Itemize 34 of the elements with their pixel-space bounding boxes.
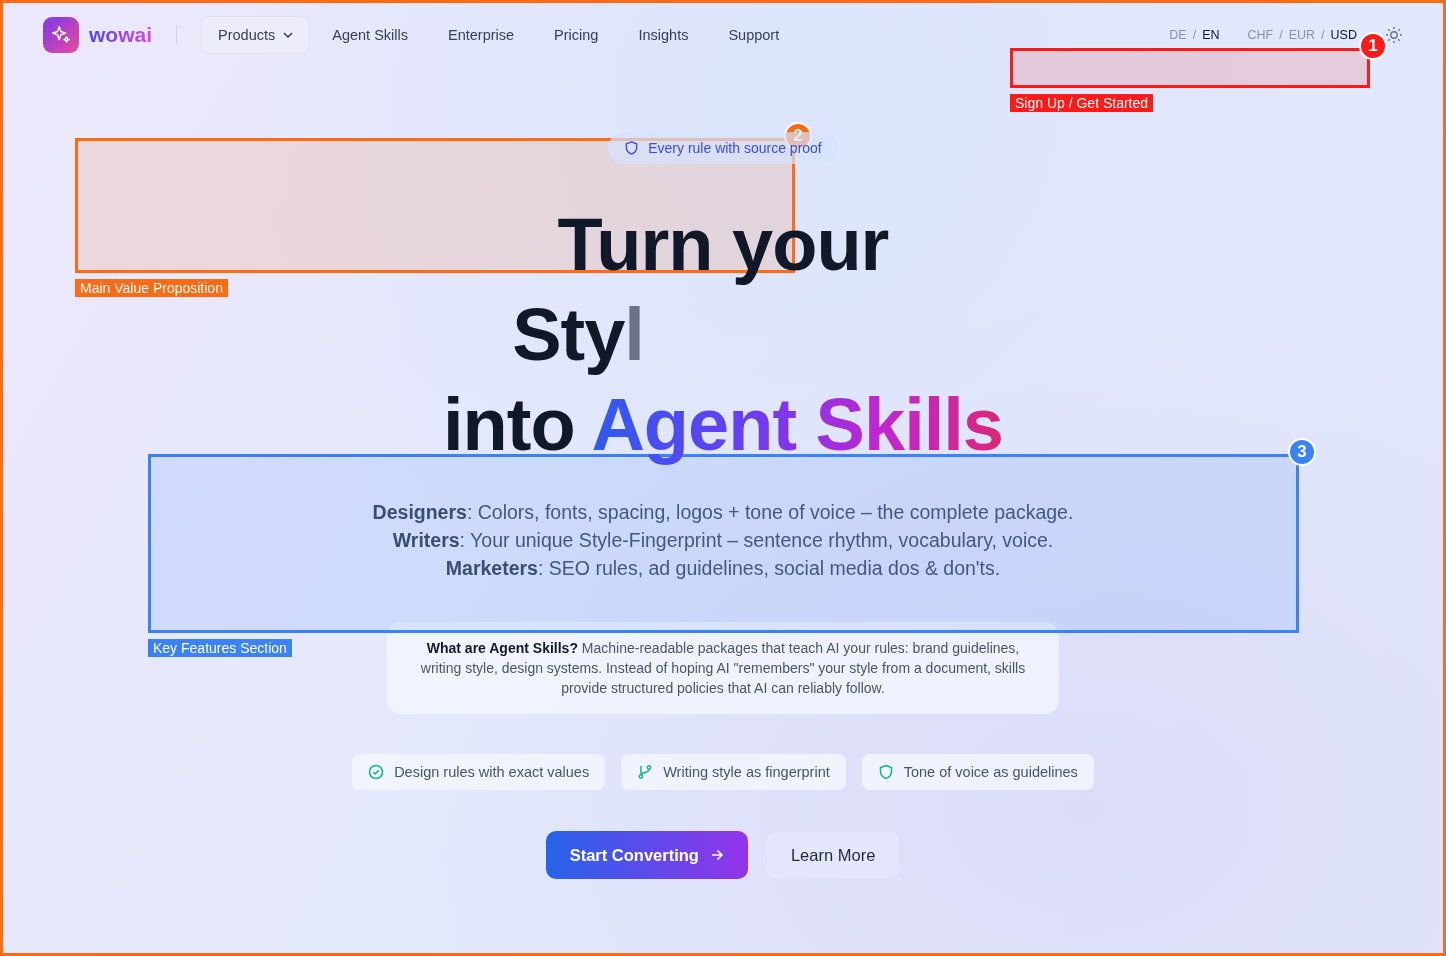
annotation-number: 3 xyxy=(1288,438,1316,466)
annotation-label: Key Features Section xyxy=(148,639,292,657)
learn-more-button[interactable]: Learn More xyxy=(765,831,901,879)
chevron-down-icon xyxy=(283,32,294,38)
branch-icon xyxy=(637,764,654,780)
option-link[interactable]: USD xyxy=(1330,28,1357,42)
nav-link[interactable]: Insights xyxy=(618,16,709,54)
start-converting-button[interactable]: Start Converting xyxy=(545,831,748,879)
pill-label: Tone of voice as guidelines xyxy=(903,764,1078,780)
arrow-right-icon xyxy=(710,849,724,861)
shield-icon xyxy=(877,764,894,780)
nav-link[interactable]: Pricing xyxy=(534,16,619,54)
sparkle-logo-icon[interactable] xyxy=(43,17,79,53)
check-circle-icon xyxy=(368,764,385,780)
nav-link[interactable]: Enterprise xyxy=(428,16,535,54)
products-menu-button[interactable]: Products xyxy=(201,16,311,54)
annotation-label: Sign Up / Get Started xyxy=(1010,94,1154,112)
separator: / xyxy=(1321,28,1325,42)
shield-icon xyxy=(624,140,640,156)
headline-line: Styl xyxy=(512,292,645,378)
nav-link[interactable]: Agent Skills xyxy=(312,16,428,54)
pill-label: Design rules with exact values xyxy=(394,764,590,780)
sun-icon[interactable] xyxy=(1385,26,1403,44)
separator: / xyxy=(1279,28,1283,42)
option-link[interactable]: EN xyxy=(1202,28,1220,42)
separator: / xyxy=(1192,28,1197,42)
annotation-number: 1 xyxy=(1359,32,1387,60)
feature-description: Writers: Your unique Style-Fingerprint – sentence rhythm, vocabulary, voice. xyxy=(392,528,1054,553)
feature-description: Designers: Colors, fonts, spacing, logos + tone of voice – the complete package. xyxy=(372,500,1074,525)
pill-label: Writing style as fingerprint xyxy=(663,764,830,780)
annotation-label: Main Value Proposition xyxy=(75,279,228,297)
feature-description: Marketers: SEO rules, ad guidelines, social media dos & don'ts. xyxy=(445,556,1001,581)
info-card: What are Agent Skills? Machine-readable packages that teach AI your rules: brand guidelines, writing style, design systems. Instead of hoping AI "remembers" your style from a document, skills provide structured policies that AI can reliably follow. xyxy=(387,622,1059,714)
nav-link[interactable]: Support xyxy=(708,16,800,54)
